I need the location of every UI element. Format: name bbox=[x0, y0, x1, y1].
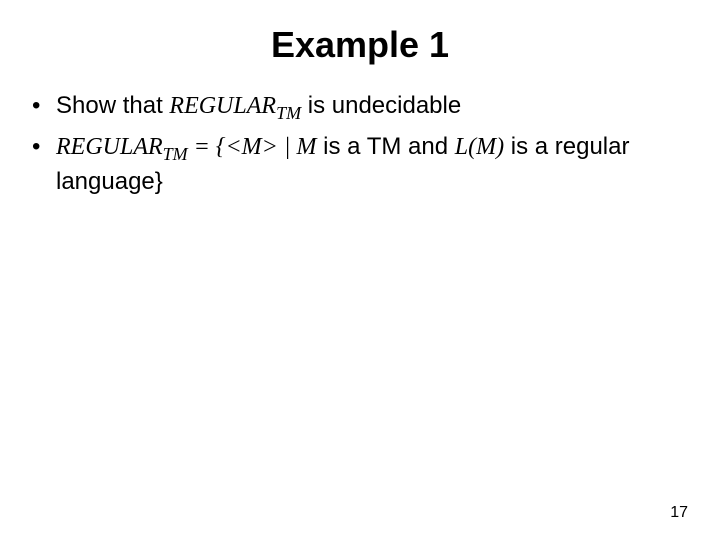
term-regular: REGULAR bbox=[56, 134, 163, 160]
slide-title: Example 1 bbox=[0, 0, 720, 90]
bullet-item: Show that REGULARTM is undecidable bbox=[56, 90, 680, 125]
term-regular: REGULAR bbox=[169, 93, 276, 119]
text: is undecidable bbox=[301, 92, 461, 119]
text: > | bbox=[262, 134, 297, 160]
text: is a TM and bbox=[316, 133, 454, 160]
var-m: M bbox=[242, 134, 262, 160]
slide-content: Show that REGULARTM is undecidable REGUL… bbox=[0, 90, 720, 199]
slide: Example 1 Show that REGULARTM is undecid… bbox=[0, 0, 720, 540]
var-lm: L(M) bbox=[455, 134, 504, 160]
page-number: 17 bbox=[670, 504, 688, 522]
text: Show that bbox=[56, 92, 169, 119]
var-m: M bbox=[296, 134, 316, 160]
subscript-tm: TM bbox=[163, 144, 188, 164]
bullet-item: REGULARTM = {<M> | M is a TM and L(M) is… bbox=[56, 131, 680, 198]
subscript-tm: TM bbox=[276, 103, 301, 123]
text: = {< bbox=[188, 134, 242, 160]
